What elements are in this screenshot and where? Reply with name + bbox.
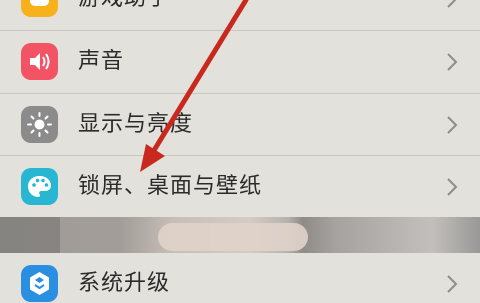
chevron-right-icon (446, 115, 458, 135)
settings-item-game-assistant[interactable]: 游戏助手 (0, 0, 480, 30)
photo-shadow (0, 217, 60, 253)
photo-highlight (158, 223, 308, 251)
settings-item-lockscreen-wallpaper[interactable]: 锁屏、桌面与壁纸 (0, 156, 480, 218)
chevron-right-icon (446, 177, 458, 197)
chevron-right-icon (446, 0, 458, 9)
settings-item-display-brightness[interactable]: 显示与亮度 (0, 94, 480, 156)
brightness-icon (21, 106, 58, 143)
game-assistant-icon (21, 0, 58, 17)
settings-item-label: 游戏助手 (78, 0, 170, 14)
background-photo (0, 217, 480, 253)
chevron-right-icon (446, 52, 458, 72)
settings-item-sound[interactable]: 声音 (0, 31, 480, 93)
speaker-icon (21, 43, 58, 80)
system-update-icon (21, 265, 58, 302)
settings-item-label: 显示与亮度 (78, 112, 194, 137)
settings-item-label: 锁屏、桌面与壁纸 (78, 174, 263, 199)
settings-item-label: 声音 (78, 49, 125, 74)
palette-icon (21, 168, 58, 205)
settings-item-label: 系统升级 (78, 271, 171, 296)
settings-item-system-update[interactable]: 系统升级 (0, 253, 480, 303)
chevron-right-icon (446, 274, 458, 294)
